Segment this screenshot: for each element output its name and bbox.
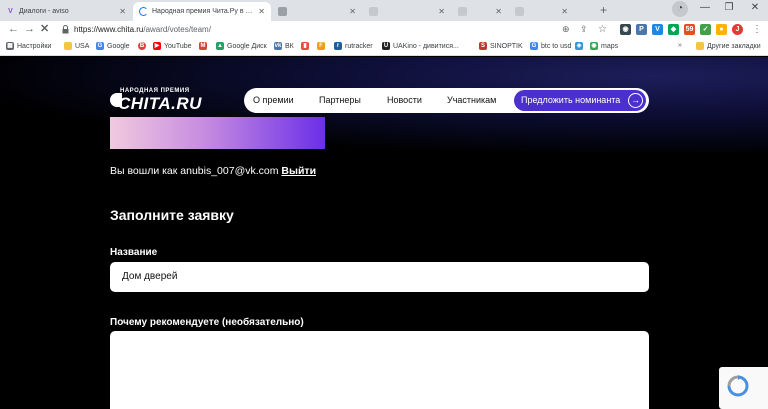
bookmark-star-icon[interactable]: ☆ (598, 23, 607, 36)
bookmark-item[interactable]: ◉ maps (590, 42, 618, 50)
aviso-favicon-icon: V (8, 8, 13, 15)
recaptcha-icon (727, 375, 749, 397)
page-favicon-icon (458, 7, 467, 16)
bookmark-item[interactable]: F (317, 42, 328, 50)
browser-tab[interactable]: ✕ (452, 2, 508, 21)
bookmark-item[interactable]: U UAKino - дивитися... (382, 42, 459, 50)
maximize-window-icon[interactable]: ❐ (718, 0, 740, 18)
browser-tab[interactable]: ✕ (509, 2, 574, 21)
page-favicon-icon (515, 7, 524, 16)
bookmark-item[interactable]: S SINOPTIK (479, 42, 523, 50)
uakino-icon: U (382, 42, 390, 50)
bookmark-item[interactable]: ▲ Google Диск (216, 42, 267, 50)
bookmark-icon: ▮ (301, 42, 309, 50)
bookmark-item[interactable]: ▦ Настройки (6, 42, 51, 50)
lock-icon[interactable] (62, 25, 69, 34)
extension-icon[interactable]: ◉ (620, 24, 631, 35)
recaptcha-badge[interactable] (719, 367, 768, 409)
rutracker-icon: r (334, 42, 342, 50)
folder-icon (64, 42, 72, 50)
address-bar[interactable]: https://www.chita.ru/award/votes/team/ (74, 25, 211, 34)
close-tab-icon[interactable]: ✕ (561, 7, 568, 16)
new-tab-icon[interactable]: + (600, 3, 607, 17)
close-tab-icon[interactable]: ✕ (438, 7, 445, 16)
doc-icon: F (317, 42, 325, 50)
browser-tab-active[interactable]: Народная премия Чита.Ру в Чита ✕ (133, 2, 271, 21)
reason-textarea[interactable] (110, 331, 649, 409)
form-title: Заполните заявку (110, 207, 234, 223)
browser-tab[interactable]: ✕ (272, 2, 362, 21)
profile-avatar-icon[interactable]: ◔ (672, 1, 688, 17)
back-arrow-icon[interactable]: ← (8, 23, 19, 36)
vk-icon: vk (274, 42, 282, 50)
bookmark-item[interactable]: B (138, 42, 149, 50)
bookmark-item[interactable]: ▶ YouTube (153, 42, 192, 50)
minimize-window-icon[interactable]: — (694, 0, 716, 18)
badge-extension-icon[interactable]: 59 (684, 24, 695, 35)
bookmark-item[interactable]: USA (64, 42, 89, 50)
google-icon: G (96, 42, 104, 50)
name-field-label: Название (110, 247, 158, 258)
nav-participants[interactable]: Участникам (447, 95, 496, 105)
page-favicon-icon (369, 7, 378, 16)
nav-partners[interactable]: Партнеры (319, 95, 361, 105)
google-drive-icon: ▲ (216, 42, 224, 50)
nav-news[interactable]: Новости (387, 95, 422, 105)
bookmark-item[interactable]: Gbtc to usd (530, 42, 571, 50)
bookmark-item[interactable]: M (199, 42, 210, 50)
logout-link[interactable]: Выйти (281, 165, 316, 177)
bookmark-item[interactable]: vk ВК (274, 42, 294, 50)
other-bookmarks-folder[interactable]: Другие закладки (696, 42, 761, 50)
reason-field-label: Почему рекомендуете (необязательно) (110, 317, 304, 328)
bookmark-item[interactable]: G Google (96, 42, 130, 50)
propose-nominee-button[interactable]: Предложить номинанта → (514, 90, 646, 111)
main-navigation: О премии Партнеры Новости Участникам Пре… (244, 88, 649, 113)
name-input[interactable]: Дом дверей (110, 262, 649, 292)
close-tab-icon[interactable]: ✕ (495, 7, 502, 16)
browser-tab[interactable]: V Диалоги - aviso ✕ (0, 2, 132, 21)
more-bookmarks-chevron-icon[interactable]: » (678, 42, 682, 49)
vk-extension-icon[interactable]: P (636, 24, 647, 35)
logged-in-status: Вы вошли как anubis_007@vk.com Выйти (110, 165, 317, 177)
close-window-icon[interactable]: ✕ (744, 0, 766, 18)
folder-icon (696, 42, 704, 50)
mail-icon: M (199, 42, 207, 50)
gradient-decoration (110, 117, 325, 149)
arrow-right-icon: → (628, 93, 643, 108)
bookmark-item[interactable]: r rutracker (334, 42, 373, 50)
url-host: https://www.chita.ru (74, 25, 144, 34)
share-icon[interactable]: ⇪ (580, 23, 588, 36)
extension-v-icon[interactable]: V (652, 24, 663, 35)
google-icon: G (530, 42, 538, 50)
close-tab-icon[interactable]: ✕ (349, 7, 356, 16)
image-favicon-icon (278, 7, 287, 16)
browser-tab[interactable]: ✕ (363, 2, 451, 21)
circle-icon: B (138, 42, 146, 50)
extension-icon[interactable]: ✓ (700, 24, 711, 35)
apps-grid-icon: ▦ (6, 42, 14, 50)
link-icon: ◈ (575, 42, 583, 50)
browser-toolbar: ← → ✕ https://www.chita.ru/award/votes/t… (0, 21, 768, 39)
nav-about[interactable]: О премии (253, 95, 294, 105)
stop-loading-icon[interactable]: ✕ (40, 23, 49, 36)
loading-spinner-icon (139, 7, 148, 16)
youtube-icon: ▶ (153, 42, 161, 50)
bookmarks-bar: ▦ Настройки USA G Google B ▶ YouTube M ▲ Goo… (0, 39, 768, 56)
maps-icon: ◉ (590, 42, 598, 50)
url-path: /award/votes/team/ (143, 25, 211, 34)
profile-icon[interactable]: J (732, 24, 743, 35)
bookmark-item[interactable]: ◈ (575, 42, 586, 50)
extension-icon[interactable]: ● (716, 24, 727, 35)
close-tab-icon[interactable]: ✕ (258, 7, 265, 16)
sinoptik-icon: S (479, 42, 487, 50)
extension-shield-icon[interactable]: ◆ (668, 24, 679, 35)
menu-kebab-icon[interactable]: ⋮ (752, 23, 762, 36)
page-content: НАРОДНАЯ ПРЕМИЯ CHITA.RU О премии Партне… (0, 57, 768, 409)
close-tab-icon[interactable]: ✕ (119, 7, 126, 16)
browser-tab-bar: V Диалоги - aviso ✕ Народная премия Чита… (0, 0, 768, 21)
forward-arrow-icon[interactable]: → (24, 23, 35, 36)
bookmark-item[interactable]: ▮ (301, 42, 312, 50)
google-translate-icon[interactable]: ⊕ (562, 23, 570, 36)
